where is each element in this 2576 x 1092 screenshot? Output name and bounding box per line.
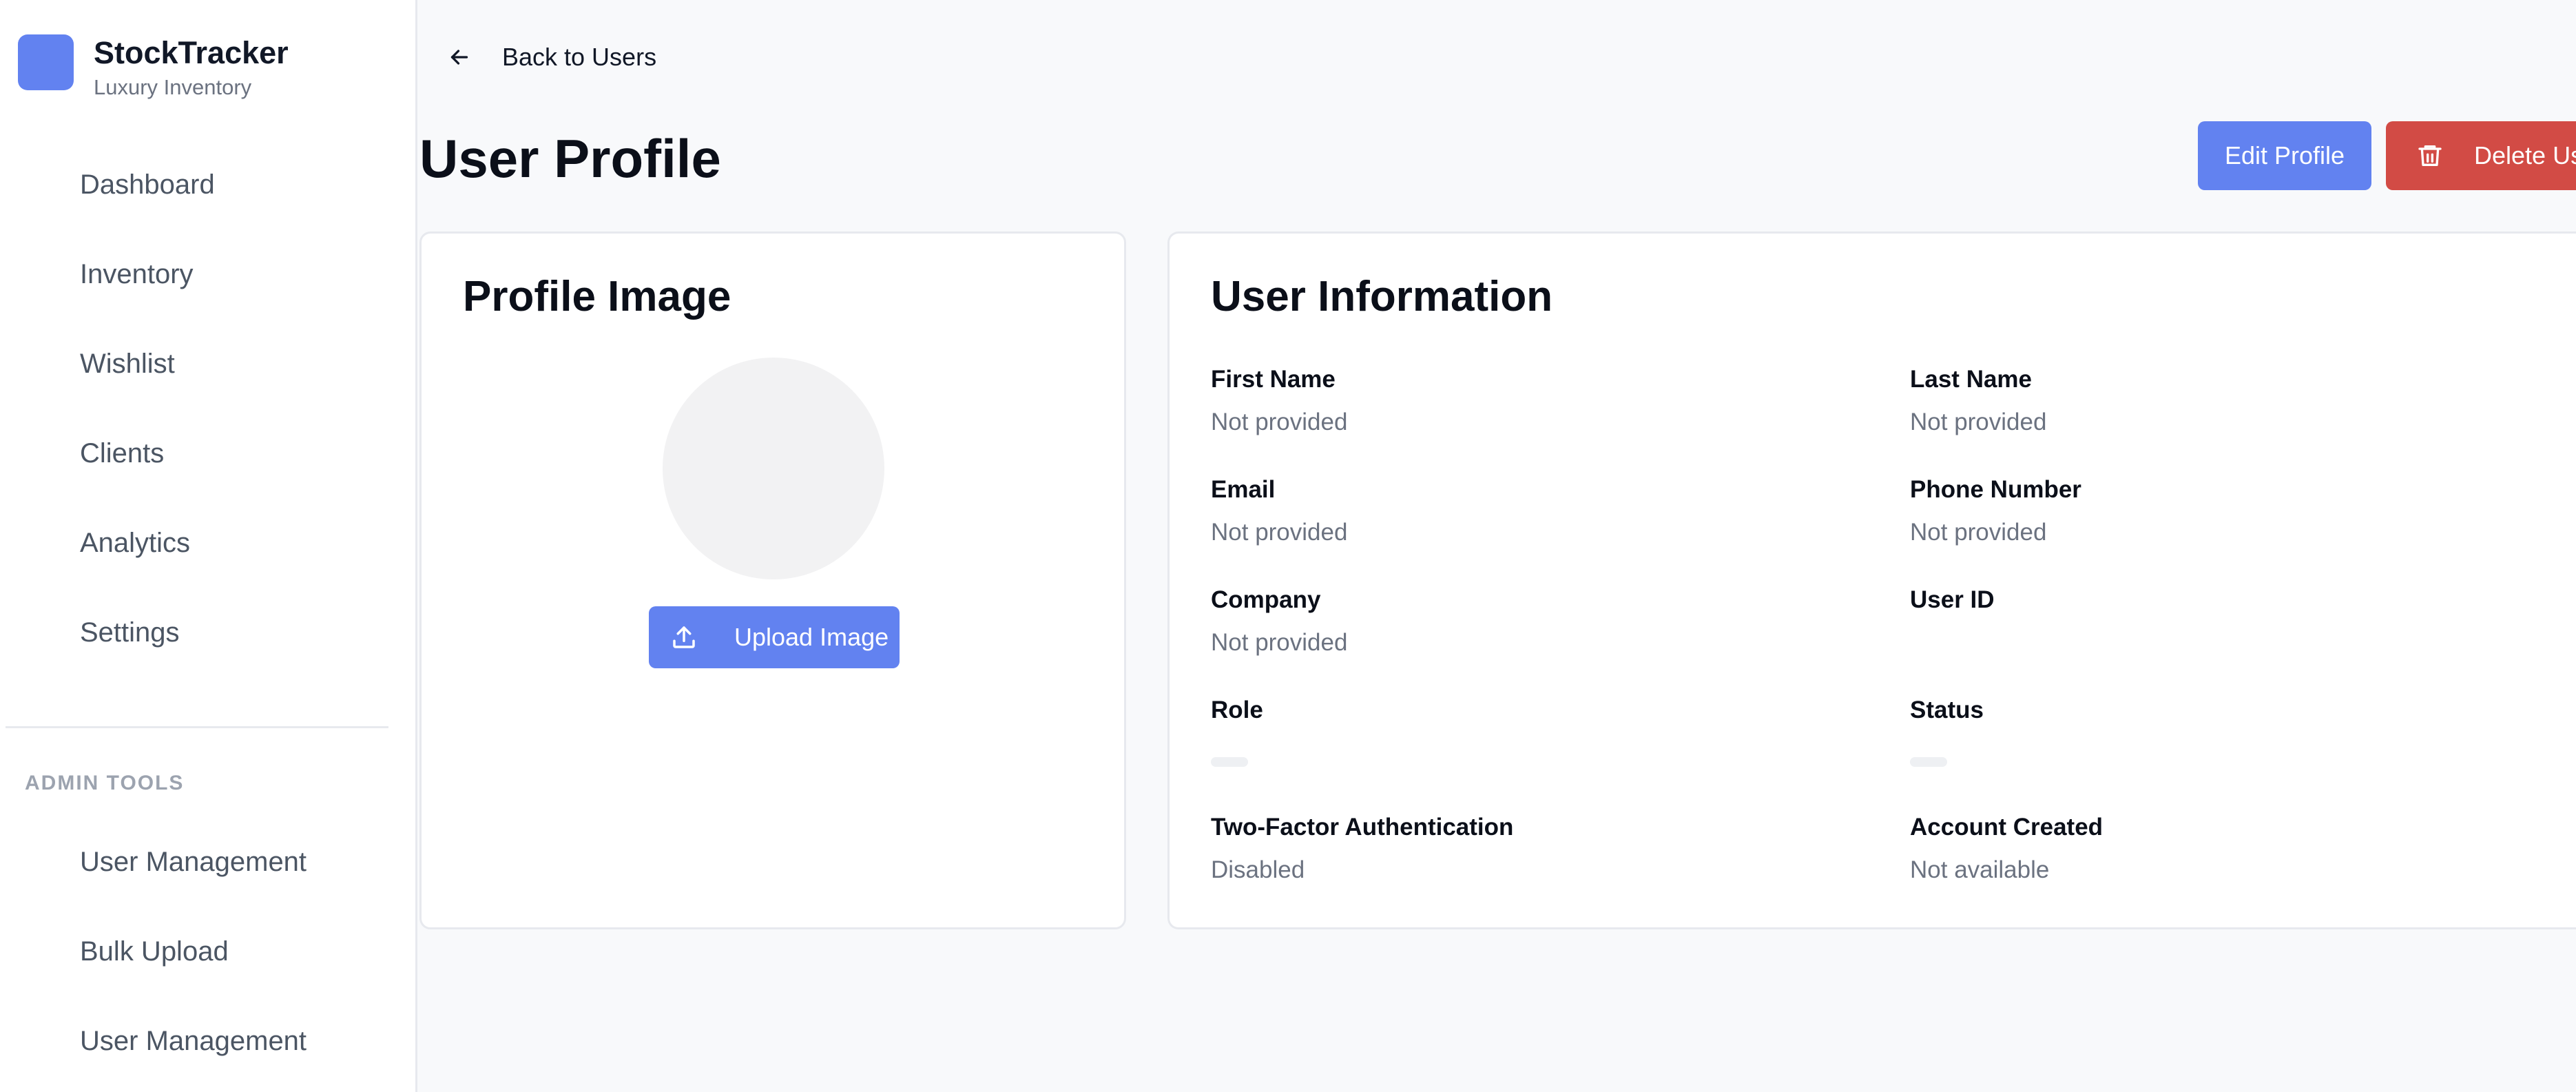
brand-name: StockTracker	[94, 35, 289, 70]
field-label: Two-Factor Authentication	[1211, 814, 1514, 841]
field-phone-number: Phone Number Not provided	[1910, 475, 2081, 548]
field-value: Not available	[1910, 856, 2050, 883]
page-title: User Profile	[419, 128, 721, 189]
brand[interactable]: StockTracker Luxury Inventory	[18, 34, 289, 101]
trash-icon	[2416, 142, 2444, 169]
field-label: Email	[1211, 476, 1276, 503]
upload-image-label: Upload Image	[734, 623, 889, 651]
status-badge-placeholder	[1910, 757, 1947, 767]
field-status: Status	[1910, 695, 1984, 767]
brand-logo	[18, 34, 74, 90]
sidebar-item-bulk-upload[interactable]: Bulk Upload	[80, 934, 229, 969]
arrow-left-icon	[447, 45, 472, 70]
admin-tools-label: ADMIN TOOLS	[25, 772, 185, 794]
field-label: User ID	[1910, 586, 1995, 613]
user-information-card: User Information First Name Not provided…	[1167, 231, 2576, 929]
app-root: StockTracker Luxury Inventory Dashboard …	[0, 0, 2576, 1092]
upload-icon	[669, 623, 698, 652]
field-user-id: User ID	[1910, 585, 1995, 628]
field-label: First Name	[1211, 366, 1336, 393]
sidebar-item-wishlist[interactable]: Wishlist	[80, 347, 175, 381]
sidebar-item-user-management[interactable]: User Management	[80, 845, 307, 879]
field-value: Disabled	[1211, 856, 1305, 883]
user-information-title: User Information	[1211, 273, 1553, 320]
field-first-name: First Name Not provided	[1211, 364, 1347, 437]
sidebar-item-analytics[interactable]: Analytics	[80, 526, 190, 560]
delete-user-button[interactable]: Delete User	[2386, 121, 2576, 190]
field-label: Status	[1910, 697, 1984, 723]
field-last-name: Last Name Not provided	[1910, 364, 2046, 437]
profile-image-title: Profile Image	[463, 273, 731, 320]
upload-image-button[interactable]: Upload Image	[649, 606, 900, 668]
field-two-factor-authentication: Two-Factor Authentication Disabled	[1211, 812, 1513, 885]
field-value: Not provided	[1211, 519, 1348, 546]
back-to-users-link[interactable]: Back to Users	[447, 43, 656, 72]
sidebar-item-user-management-2[interactable]: User Management	[80, 1024, 307, 1058]
field-account-created: Account Created Not available	[1910, 812, 2103, 885]
field-value: Not provided	[1910, 409, 2047, 435]
field-value: Not provided	[1211, 629, 1348, 656]
brand-subtitle: Luxury Inventory	[94, 75, 252, 99]
profile-image-card: Profile Image Upload Image	[419, 231, 1126, 929]
sidebar: StockTracker Luxury Inventory Dashboard …	[0, 0, 417, 1092]
back-to-users-label: Back to Users	[502, 43, 657, 71]
field-label: Role	[1211, 697, 1263, 723]
field-label: Last Name	[1910, 366, 2033, 393]
field-company: Company Not provided	[1211, 585, 1347, 658]
sidebar-item-settings[interactable]: Settings	[80, 615, 180, 650]
field-value: Not provided	[1910, 519, 2047, 546]
field-label: Company	[1211, 586, 1321, 613]
edit-profile-button[interactable]: Edit Profile	[2198, 121, 2371, 190]
field-value: Not provided	[1211, 409, 1348, 435]
avatar-placeholder	[663, 358, 884, 579]
sidebar-item-dashboard[interactable]: Dashboard	[80, 167, 215, 202]
field-label: Account Created	[1910, 814, 2104, 841]
field-email: Email Not provided	[1211, 475, 1347, 548]
main-content: Back to Users User Profile Edit Profile …	[419, 0, 2576, 1092]
edit-profile-label: Edit Profile	[2224, 141, 2345, 169]
field-label: Phone Number	[1910, 476, 2081, 503]
brand-text: StockTracker Luxury Inventory	[94, 34, 289, 101]
sidebar-item-clients[interactable]: Clients	[80, 436, 164, 471]
role-badge-placeholder	[1211, 757, 1248, 767]
sidebar-item-inventory[interactable]: Inventory	[80, 257, 194, 291]
field-role: Role	[1211, 695, 1263, 767]
sidebar-divider	[6, 726, 388, 728]
delete-user-label: Delete User	[2474, 141, 2576, 169]
